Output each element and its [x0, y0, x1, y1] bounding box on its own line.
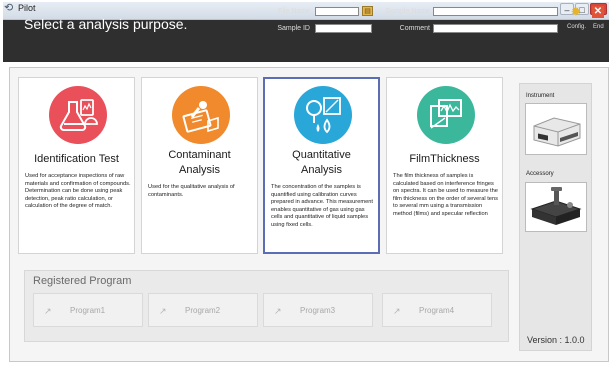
sample-id-field[interactable]	[315, 24, 372, 33]
program-icon: ↗	[159, 306, 167, 316]
gear-icon[interactable]: ✹	[570, 5, 582, 18]
flask-icon	[49, 86, 107, 144]
folder-open-icon[interactable]: ▤	[362, 6, 373, 16]
spectrometer-icon	[533, 117, 581, 147]
sample-id-label: Sample ID	[277, 25, 310, 32]
file-name-field[interactable]	[315, 7, 359, 16]
program-label: Program1	[70, 306, 106, 315]
card-description: Used for the qualitative analysis of con…	[148, 184, 235, 198]
exit-icon[interactable]: ✕	[592, 6, 604, 18]
sample-name-field[interactable]	[433, 7, 558, 16]
card-description: The concentration of the samples is quan…	[271, 184, 374, 228]
version-label: Version : 1.0.0	[527, 335, 585, 345]
program-label: Program3	[300, 306, 336, 315]
quantitative-analysis-card[interactable]: Quantitative Analysis The concentration …	[263, 77, 380, 254]
accessory-device-icon	[530, 187, 582, 225]
card-title: Quantitative	[292, 149, 351, 161]
program-icon: ↗	[393, 306, 401, 316]
card-title: Identification Test	[34, 153, 119, 165]
config-label[interactable]: Config.	[567, 24, 586, 30]
card-description: The film thickness of samples is calcula…	[393, 173, 498, 217]
program-label: Program2	[185, 306, 221, 315]
card-title: Contaminant	[168, 149, 231, 161]
comment-label: Comment	[399, 25, 430, 32]
film-thickness-card[interactable]: FilmThickness The film thickness of samp…	[386, 77, 503, 254]
sample-name-label: Sample Name	[385, 8, 430, 15]
program-label: Program4	[419, 306, 455, 315]
registered-program-title: Registered Program	[33, 275, 132, 287]
program-icon: ↗	[44, 306, 52, 316]
film-thickness-icon	[417, 86, 475, 144]
card-description: Used for acceptance inspections of raw m…	[25, 173, 131, 210]
instrument-label: Instrument	[526, 93, 555, 99]
card-title: FilmThickness	[409, 153, 480, 165]
page-title: Select a analysis purpose.	[24, 16, 188, 32]
contaminant-analysis-card[interactable]: Contaminant Analysis Used for the qualit…	[141, 77, 258, 254]
app-logo-icon: ⟲	[4, 2, 14, 14]
program3-button[interactable]: ↗ Program3	[263, 293, 373, 327]
identification-test-card[interactable]: Identification Test Used for acceptance …	[18, 77, 135, 254]
program2-button[interactable]: ↗ Program2	[148, 293, 258, 327]
card-title-line2: Analysis	[301, 164, 342, 176]
accessory-label: Accessory	[526, 171, 554, 177]
contaminant-icon	[172, 86, 230, 144]
window-title: Pilot	[18, 3, 36, 13]
program1-button[interactable]: ↗ Program1	[33, 293, 143, 327]
program4-button[interactable]: ↗ Program4	[382, 293, 492, 327]
accessory-image[interactable]	[525, 182, 587, 232]
file-name-label: File Name	[278, 8, 310, 15]
end-label[interactable]: End	[593, 24, 604, 30]
comment-field[interactable]	[433, 24, 558, 33]
instrument-image[interactable]	[525, 103, 587, 155]
quantitative-icon	[294, 86, 352, 144]
program-icon: ↗	[274, 306, 282, 316]
card-title-line2: Analysis	[179, 164, 220, 176]
